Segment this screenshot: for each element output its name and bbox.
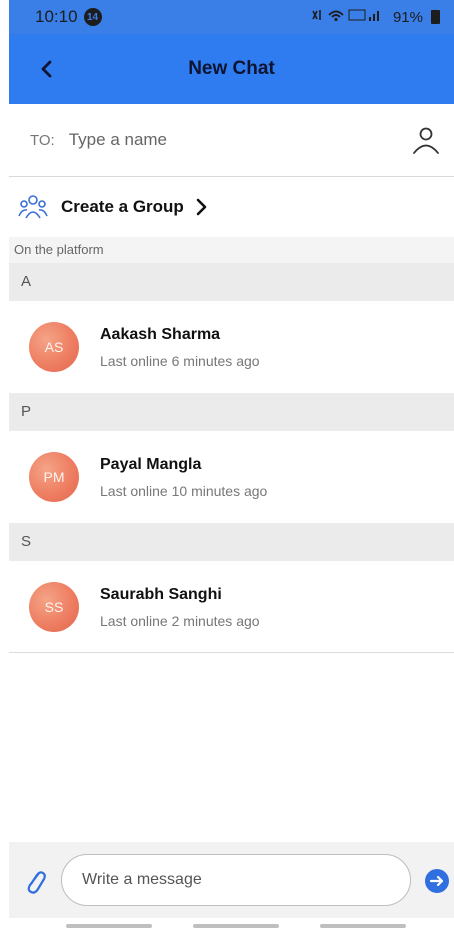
section-header-s: S [9, 523, 454, 561]
platform-section-label: On the platform [9, 237, 454, 263]
contact-name: Aakash Sharma [100, 325, 221, 343]
chevron-right-icon [196, 198, 207, 216]
contact-row[interactable]: AS Aakash Sharma Last online 6 minutes a… [9, 301, 454, 393]
message-input[interactable] [61, 854, 411, 906]
create-group-button[interactable]: Create a Group [9, 177, 454, 237]
paperclip-icon[interactable] [23, 866, 47, 896]
section-header-p: P [9, 393, 454, 431]
nav-back-handle[interactable] [320, 924, 406, 928]
contact-row[interactable]: PM Payal Mangla Last online 10 minutes a… [9, 431, 454, 523]
battery-percent: 91% [392, 8, 423, 26]
chevron-left-icon[interactable] [35, 57, 59, 81]
recipient-search-input[interactable] [68, 130, 369, 150]
contact-row[interactable]: SS Saurabh Sanghi Last online 2 minutes … [9, 561, 454, 653]
status-right: 91% [311, 7, 440, 27]
to-label: TO: [30, 131, 55, 149]
app-bar: New Chat [9, 34, 454, 104]
contact-last-online: Last online 6 minutes ago [100, 352, 260, 369]
group-icon [18, 195, 48, 219]
send-arrow-icon[interactable] [424, 868, 450, 894]
contact-info: Payal Mangla Last online 10 minutes ago [100, 456, 267, 499]
list-divider [9, 652, 454, 653]
status-bar: 10:10 14 91% [9, 0, 454, 34]
system-nav-bar [9, 918, 454, 932]
contact-info: Aakash Sharma Last online 6 minutes ago [100, 326, 260, 369]
contact-name: Payal Mangla [100, 455, 202, 473]
signal-indicators [311, 7, 385, 27]
battery-icon [431, 10, 440, 24]
signal-icons [312, 9, 379, 22]
nav-home-handle[interactable] [193, 924, 279, 928]
create-group-label: Create a Group [61, 197, 184, 216]
page-title: New Chat [188, 58, 275, 79]
section-header-a: A [9, 263, 454, 301]
person-icon[interactable] [412, 126, 440, 156]
status-time: 10:10 [35, 7, 78, 26]
avatar: SS [29, 582, 79, 632]
avatar: AS [29, 322, 79, 372]
recipient-row: TO: [9, 104, 454, 177]
avatar: PM [29, 452, 79, 502]
contact-last-online: Last online 2 minutes ago [100, 612, 260, 629]
nav-recents-handle[interactable] [66, 924, 152, 928]
contact-last-online: Last online 10 minutes ago [100, 482, 268, 499]
contact-name: Saurabh Sanghi [100, 585, 222, 603]
notification-badge: 14 [83, 8, 102, 26]
message-composer [9, 842, 454, 918]
status-left: 10:10 14 [35, 7, 102, 27]
contact-info: Saurabh Sanghi Last online 2 minutes ago [100, 586, 260, 629]
